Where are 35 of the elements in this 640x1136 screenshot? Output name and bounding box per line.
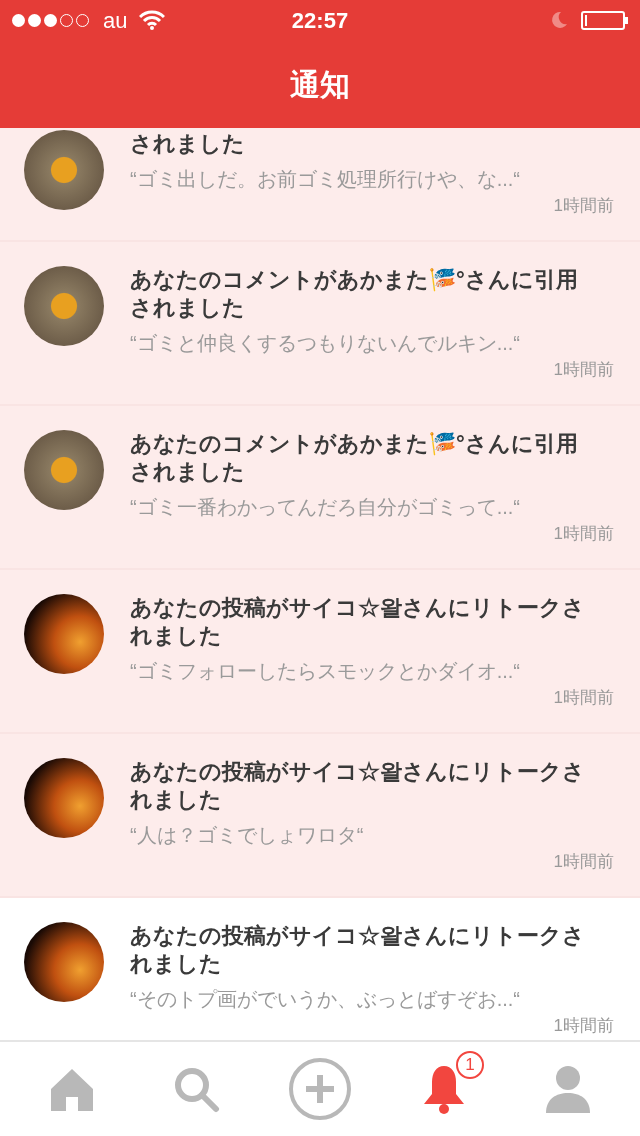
notification-title: あなたの投稿がサイコ☆왈さんにリトークされました [130, 758, 586, 814]
quoted-text: “人は？ゴミでしょワロタ“ [130, 823, 365, 848]
profile-icon [546, 1065, 590, 1113]
search-icon [172, 1065, 220, 1113]
time-ago: 1時間前 [553, 195, 614, 217]
notification-title: されました [130, 130, 246, 158]
bell-icon [422, 1064, 466, 1114]
screen-title: 通知 [290, 66, 350, 103]
quoted-text: “ゴミ一番わかってんだろ自分がゴミって...“ [130, 495, 521, 520]
battery-icon [581, 10, 628, 30]
quoted-text: “ゴミと仲良くするつもりないんでルキン...“ [130, 331, 521, 356]
time-ago: 1時間前 [553, 359, 614, 381]
quoted-text: “ゴミフォローしたらスモックとかダイオ...“ [130, 659, 521, 684]
notification-row[interactable]: あなたの投稿がサイコ☆왈さんにリトークされました “人は？ゴミでしょワロタ“ 1時間前 [0, 734, 640, 898]
moon-icon [549, 10, 569, 30]
notification-row[interactable]: あなたのコメントがあかまた🎏°さんに引用されました “ゴミ一番わかってんだろ自分がゴミって...“ 1時間前 [0, 406, 640, 570]
wifi-icon [139, 10, 166, 30]
time-ago: 1時間前 [553, 687, 614, 709]
notification-title: あなたの投稿がサイコ☆왈さんにリトークされました [130, 594, 586, 650]
quoted-text: “そのトプ画がでいうか、ぶっとばすぞお...“ [130, 987, 521, 1012]
notification-row[interactable]: されました “ゴミ出しだ。お前ゴミ処理所行けや、な...“ 1時間前 [0, 128, 640, 242]
bell-tab[interactable]: 1 [404, 1049, 484, 1129]
notification-title: あなたの投稿がサイコ☆왈さんにリトークされました [130, 922, 586, 978]
time-ago: 1時間前 [553, 851, 614, 873]
plus-circle-icon [288, 1057, 352, 1121]
notification-title: あなたのコメントがあかまた🎏°さんに引用されました [130, 266, 579, 322]
time-ago: 1時間前 [553, 1015, 614, 1037]
notification-row[interactable]: あなたの投稿がサイコ☆왈さんにリトークされました “ゴミフォローしたらスモックとかダイオ...“ 1時間前 [0, 570, 640, 734]
notification-row[interactable]: あなたのコメントがあかまた🎏°さんに引用されました “ゴミと仲良くするつもりないんでルキン...“ 1時間前 [0, 242, 640, 406]
carrier-name: au [103, 6, 128, 35]
notification-title: あなたのコメントがあかまた🎏°さんに引用されました [130, 430, 579, 486]
time-ago: 1時間前 [553, 523, 614, 545]
clock-time: 22:57 [291, 6, 349, 35]
quoted-text: “ゴミ出しだ。お前ゴミ処理所行けや、な...“ [130, 167, 521, 192]
notification-count: 1 [456, 1051, 484, 1079]
